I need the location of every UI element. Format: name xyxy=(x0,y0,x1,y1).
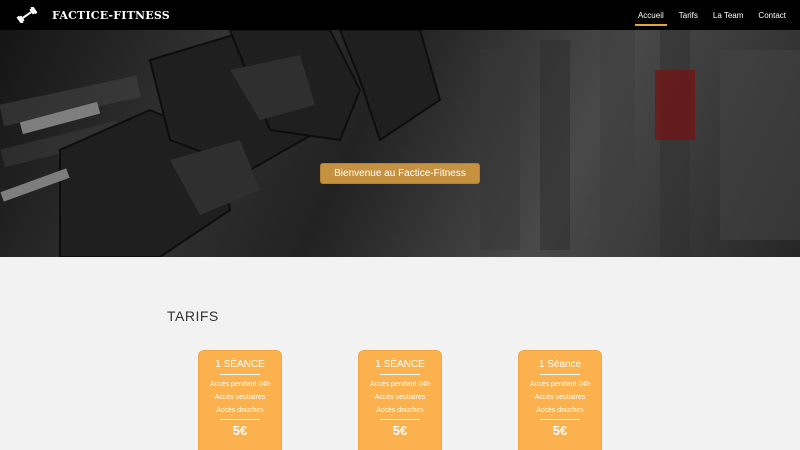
card-feature: Accès vestiaires xyxy=(214,394,266,401)
dumbbell-icon xyxy=(16,7,38,23)
card-feature: Accès douches xyxy=(536,407,584,414)
price-card[interactable]: 1 SÉANCE Accès pendant 24h Accès vestiai… xyxy=(358,350,442,450)
card-title: 1 Séance xyxy=(538,359,582,370)
card-feature: Accès vestiaires xyxy=(534,394,586,401)
card-feature: Accès douches xyxy=(216,407,264,414)
top-navbar: FACTICE-FITNESS Accueil Tarifs La Team C… xyxy=(0,0,800,30)
hero-dumbbells-image xyxy=(0,30,800,257)
nav-item-la-team[interactable]: La Team xyxy=(713,11,744,20)
nav-item-contact[interactable]: Contact xyxy=(758,11,786,20)
card-price: 5€ xyxy=(232,423,248,438)
card-price: 5€ xyxy=(392,423,408,438)
brand[interactable]: FACTICE-FITNESS xyxy=(16,7,170,23)
divider xyxy=(380,374,420,375)
card-price: 5€ xyxy=(552,423,568,438)
card-title: 1 SÉANCE xyxy=(375,359,425,370)
card-feature: Accès pendant 24h xyxy=(530,381,590,388)
card-feature: Accès pendant 24h xyxy=(210,381,270,388)
welcome-badge: Bienvenue au Factice-Fitness xyxy=(320,163,480,184)
divider xyxy=(540,419,580,420)
card-feature: Accès vestiaires xyxy=(374,394,426,401)
divider xyxy=(220,374,260,375)
card-title: 1 SÉANCE xyxy=(215,359,265,370)
hero-banner: Bienvenue au Factice-Fitness xyxy=(0,30,800,257)
card-feature: Accès pendant 24h xyxy=(370,381,430,388)
tarifs-title: TARIFS xyxy=(167,308,219,324)
nav-item-tarifs[interactable]: Tarifs xyxy=(679,11,698,20)
divider xyxy=(380,419,420,420)
nav-item-accueil[interactable]: Accueil xyxy=(634,11,667,26)
card-feature: Accès douches xyxy=(376,407,424,414)
divider xyxy=(220,419,260,420)
divider xyxy=(540,374,580,375)
price-card[interactable]: 1 SÉANCE Accès pendant 24h Accès vestiai… xyxy=(198,350,282,450)
price-card[interactable]: 1 Séance Accès pendant 24h Accès vestiai… xyxy=(518,350,602,450)
brand-name: FACTICE-FITNESS xyxy=(52,8,170,22)
nav-links: Accueil Tarifs La Team Contact xyxy=(623,0,786,30)
